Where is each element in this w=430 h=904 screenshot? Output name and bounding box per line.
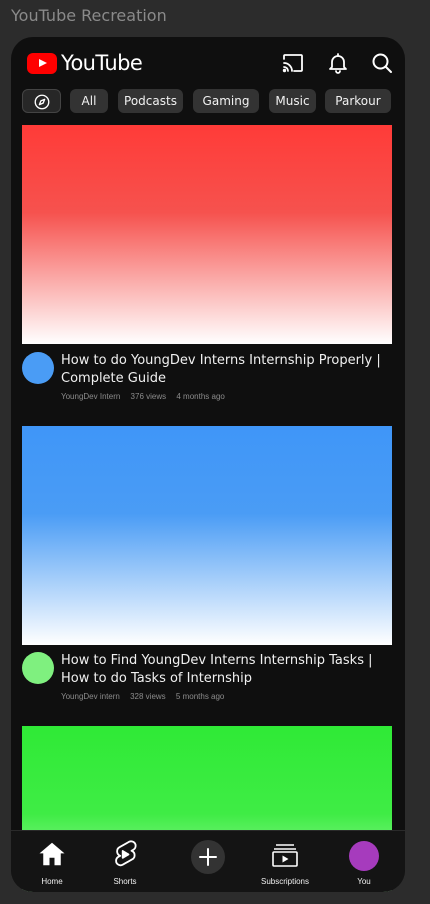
view-count: 328 views	[130, 692, 166, 701]
upload-age: 5 months ago	[175, 692, 225, 701]
nav-create[interactable]	[189, 831, 227, 892]
nav-home[interactable]: Home	[32, 831, 72, 892]
youtube-logo-icon[interactable]	[27, 53, 57, 74]
video-thumbnail[interactable]	[22, 426, 392, 645]
create-icon	[191, 840, 225, 874]
video-thumbnail[interactable]	[22, 125, 392, 344]
chip-podcasts[interactable]: Podcasts	[118, 89, 183, 113]
video-title[interactable]: How to do YoungDev Interns Internship Pr…	[61, 352, 391, 388]
filter-chips: All Podcasts Gaming Music Parkour	[22, 89, 402, 113]
channel-avatar[interactable]	[22, 652, 54, 684]
nav-subscriptions[interactable]: Subscriptions	[255, 831, 315, 892]
channel-avatar[interactable]	[22, 352, 54, 384]
plus-icon	[199, 848, 217, 866]
chip-parkour[interactable]: Parkour	[325, 89, 391, 113]
nav-home-label: Home	[41, 877, 63, 886]
subscriptions-icon	[272, 844, 298, 867]
nav-you-label: You	[357, 877, 371, 886]
chip-all[interactable]: All	[70, 89, 108, 113]
cast-icon[interactable]	[281, 51, 305, 75]
brand-name[interactable]: YouTube	[61, 51, 143, 75]
nav-shorts[interactable]: Shorts	[105, 831, 145, 892]
nav-you[interactable]: You	[346, 831, 382, 892]
compass-icon	[34, 94, 49, 110]
video-title[interactable]: How to Find YoungDev Interns Internship …	[61, 652, 391, 688]
channel-name[interactable]: YoungDev Intern	[61, 392, 120, 401]
bell-icon[interactable]	[326, 51, 350, 75]
shorts-icon	[115, 840, 137, 867]
bottom-navigation: Home Shorts Subscriptions You	[11, 830, 405, 892]
nav-shorts-label: Shorts	[113, 877, 137, 886]
chip-gaming[interactable]: Gaming	[193, 89, 259, 113]
video-meta: YoungDev Intern 376 views 4 months ago	[61, 392, 233, 401]
explore-chip[interactable]	[22, 89, 61, 113]
home-icon	[39, 842, 65, 866]
channel-name[interactable]: YoungDev intern	[61, 692, 120, 701]
search-icon[interactable]	[370, 51, 394, 75]
chip-music[interactable]: Music	[269, 89, 316, 113]
top-app-bar: YouTube	[11, 37, 405, 89]
phone-screen: YouTube All Podcasts Gaming Music Parkou…	[11, 37, 405, 892]
video-meta: YoungDev intern 328 views 5 months ago	[61, 692, 232, 701]
view-count: 376 views	[130, 392, 167, 401]
nav-subscriptions-label: Subscriptions	[260, 877, 310, 886]
profile-avatar	[349, 841, 379, 871]
frame-title: YouTube Recreation	[11, 6, 167, 25]
upload-age: 4 months ago	[176, 392, 225, 401]
